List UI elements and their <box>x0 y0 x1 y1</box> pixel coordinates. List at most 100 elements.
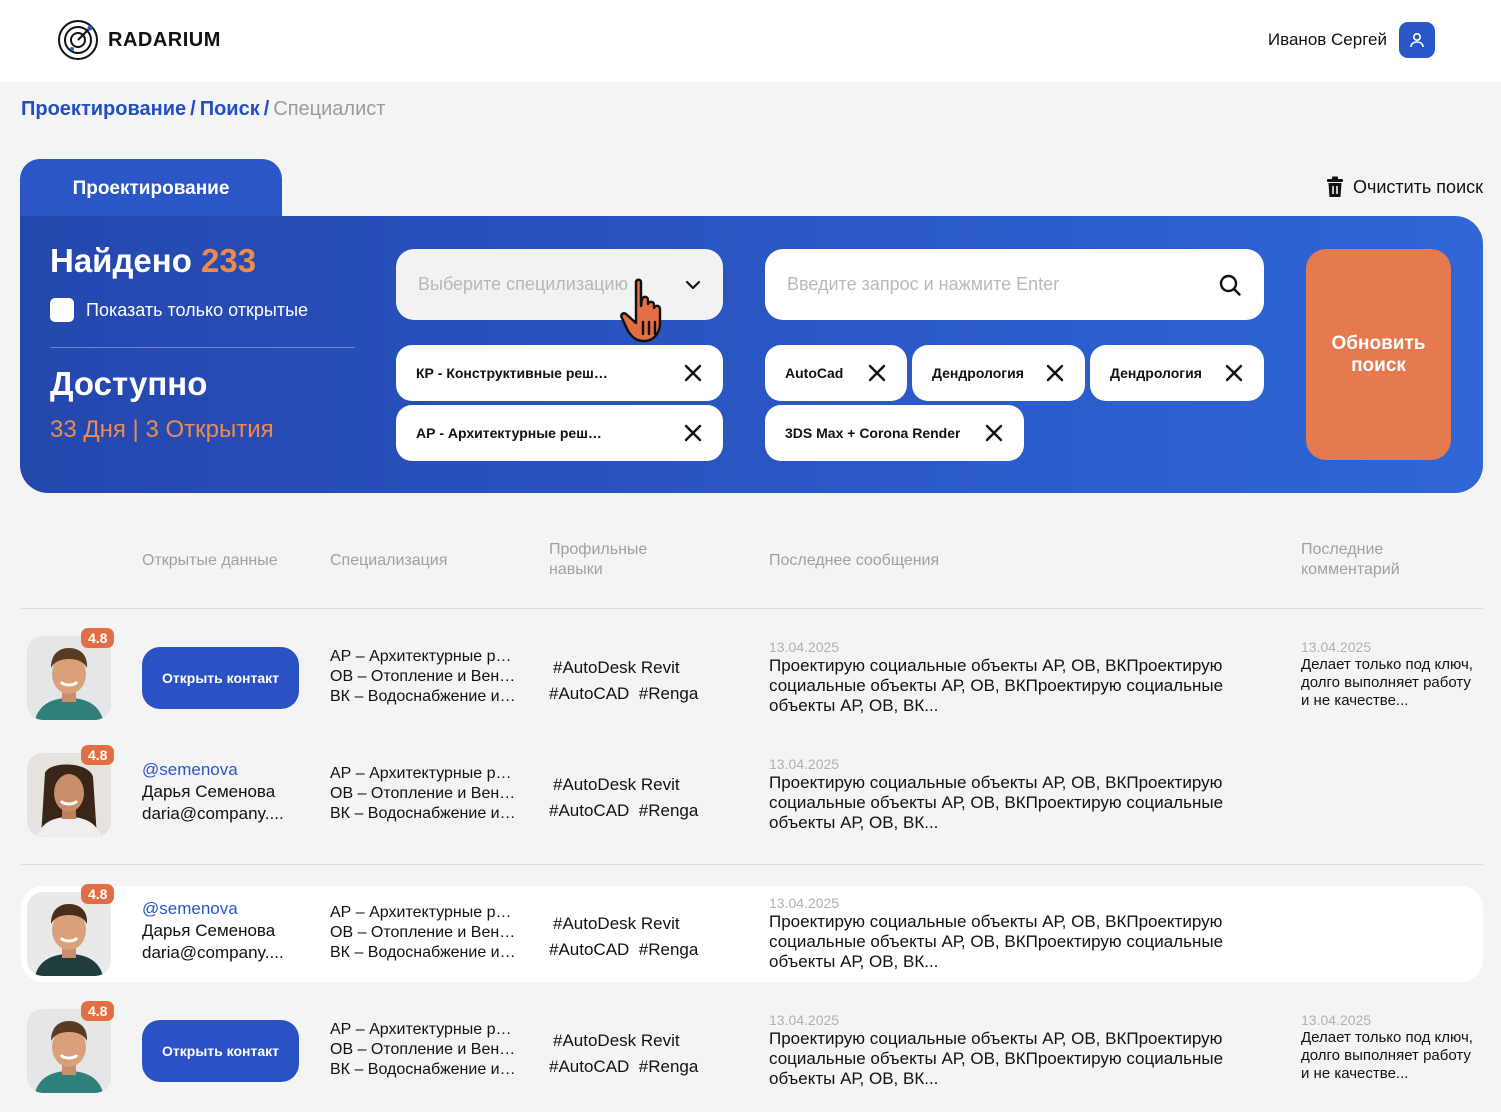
breadcrumb-current: Специалист <box>273 98 386 120</box>
avatar <box>27 1009 111 1093</box>
rating-badge: 4.8 <box>81 884 115 904</box>
message-text: Проектирую социальные объекты АР, ОВ, ВК… <box>769 656 1224 715</box>
close-icon[interactable] <box>683 363 703 383</box>
open-contact-button[interactable]: Открыть контакт <box>142 647 299 709</box>
close-icon[interactable] <box>867 363 887 383</box>
show-open-only-toggle[interactable]: Показать только открытые <box>50 298 308 322</box>
avatar <box>27 753 111 837</box>
open-contact-button[interactable]: Открыть контакт <box>142 1020 299 1082</box>
avatar <box>27 636 111 720</box>
search-icon[interactable] <box>1218 273 1242 297</box>
skill-chip-label: Дендрология <box>932 365 1024 381</box>
rating-badge: 4.8 <box>81 745 115 765</box>
table-row[interactable]: 4.8 Открыть контакт АР – Архитектурные р… <box>21 628 1483 726</box>
contact-email[interactable]: daria@company.... <box>142 942 284 964</box>
skill-line: #AutoDesk Revit <box>553 914 680 933</box>
user-name: Иванов Сергей <box>1267 30 1387 49</box>
specialization-cell: АР – Архитектурные решения ОВ – Отоплени… <box>330 764 518 824</box>
breadcrumb-link-design[interactable]: Проектирование <box>21 98 186 120</box>
spec-chip: КР - Конструктивные решения <box>396 345 723 401</box>
spec-line: ВК – Водоснабжение и канализация <box>330 944 518 961</box>
contact-name: Дарья Семенова <box>142 921 276 940</box>
table-divider <box>21 864 1483 865</box>
skill-chip: Дендрология <box>912 345 1085 401</box>
person-photo <box>27 753 111 837</box>
skills-cell: #AutoDesk Revit #AutoCAD #Renga <box>549 911 698 963</box>
found-label: Найдено <box>50 242 192 279</box>
close-icon[interactable] <box>683 423 703 443</box>
search-input[interactable] <box>787 274 1218 295</box>
spec-line: АР – Архитектурные решения <box>330 648 518 665</box>
table-row[interactable]: 4.8 @semenova Дарья Семенова daria@compa… <box>21 884 1483 982</box>
last-comment-cell: 13.04.2025 Делает только под ключ, долго… <box>1301 1011 1481 1083</box>
top-bar: RADARIUM Иванов Сергей <box>0 0 1501 82</box>
found-count: 233 <box>201 242 257 279</box>
last-message-cell: 13.04.2025 Проектирую социальные объекты… <box>769 638 1269 716</box>
search-panel: Найдено 233 Показать только открытые Дос… <box>20 216 1483 493</box>
last-message-cell: 13.04.2025 Проектирую социальные объекты… <box>769 755 1269 833</box>
breadcrumb-link-search[interactable]: Поиск <box>200 98 260 120</box>
clear-search-button[interactable]: Очистить поиск <box>1325 176 1483 198</box>
header-skills: Профильные навыки <box>549 541 648 578</box>
skill-line: #AutoCAD #Renga <box>549 1057 699 1076</box>
logo[interactable]: RADARIUM <box>56 18 221 62</box>
spec-chip: АР - Архитектурные решения <box>396 405 723 461</box>
last-message-cell: 13.04.2025 Проектирую социальные объекты… <box>769 894 1269 972</box>
radar-logo-icon <box>58 20 98 60</box>
show-open-only-label: Показать только открытые <box>86 299 309 320</box>
skill-line: #AutoDesk Revit <box>553 1031 680 1050</box>
contact-handle[interactable]: @semenova <box>142 898 284 920</box>
skill-line: #AutoDesk Revit <box>553 658 680 677</box>
logo-text: RADARIUM <box>108 28 221 51</box>
trash-icon <box>1326 176 1343 197</box>
refresh-search-button[interactable]: Обновить поиск <box>1306 249 1451 460</box>
skill-chip-label: 3DS Max + Corona Render <box>785 425 961 441</box>
last-message-cell: 13.04.2025 Проектирую социальные объекты… <box>769 1011 1269 1089</box>
user-avatar-button[interactable] <box>1399 22 1435 58</box>
skill-chip: AutoCad <box>765 345 907 401</box>
last-comment-cell: 13.04.2025 Делает только под ключ, долго… <box>1301 638 1481 710</box>
user-icon <box>1410 32 1424 48</box>
breadcrumb-separator: / <box>263 98 270 120</box>
hand-pointer-icon <box>620 278 662 343</box>
spec-line: ВК – Водоснабжение и канализация <box>330 1061 518 1078</box>
contact-info: @semenova Дарья Семенова daria@company..… <box>142 898 284 964</box>
close-icon[interactable] <box>984 423 1004 443</box>
skill-chip-label: AutoCad <box>785 365 844 381</box>
spec-line: АР – Архитектурные решения <box>330 765 518 782</box>
table-row[interactable]: 4.8 @semenova Дарья Семенова daria@compa… <box>21 745 1483 843</box>
table-divider <box>21 608 1483 609</box>
skills-cell: #AutoDesk Revit #AutoCAD #Renga <box>549 772 698 824</box>
close-icon[interactable] <box>1224 363 1244 383</box>
spec-line: ОВ – Отопление и Вентиляция <box>330 924 518 941</box>
user-menu[interactable]: Иванов Сергей <box>1268 22 1435 58</box>
message-text: Проектирую социальные объекты АР, ОВ, ВК… <box>769 1029 1224 1088</box>
spec-chip-label: КР - Конструктивные решения <box>416 365 611 381</box>
panel-divider <box>50 347 355 348</box>
skills-cell: #AutoDesk Revit #AutoCAD #Renga <box>549 1028 698 1080</box>
message-date: 13.04.2025 <box>769 756 840 772</box>
skill-line: #AutoCAD #Renga <box>549 801 699 820</box>
close-icon[interactable] <box>1045 363 1065 383</box>
person-photo <box>27 1009 111 1093</box>
skills-cell: #AutoDesk Revit #AutoCAD #Renga <box>549 655 698 707</box>
header-last-message: Последнее сообщения <box>769 552 940 569</box>
contact-handle[interactable]: @semenova <box>142 759 284 781</box>
contact-email[interactable]: daria@company.... <box>142 803 284 825</box>
available-sub: 33 Дня | 3 Открытия <box>50 416 274 443</box>
available-label: Доступно <box>50 365 208 402</box>
chevron-down-icon <box>685 280 701 289</box>
rating-badge: 4.8 <box>81 1001 115 1021</box>
message-text: Проектирую социальные объекты АР, ОВ, ВК… <box>769 912 1224 971</box>
specialization-cell: АР – Архитектурные решения ОВ – Отоплени… <box>330 903 518 963</box>
show-open-only-checkbox[interactable] <box>50 298 74 322</box>
table-row[interactable]: 4.8 Открыть контакт АР – Архитектурные р… <box>21 1001 1483 1099</box>
message-date: 13.04.2025 <box>769 639 840 655</box>
skill-chip: Дендрология <box>1090 345 1264 401</box>
message-date: 13.04.2025 <box>769 895 840 911</box>
spec-line: ОВ – Отопление и Вентиляция <box>330 785 518 802</box>
contact-name: Дарья Семенова <box>142 782 276 801</box>
found-summary: Найдено 233 <box>50 242 256 280</box>
search-box[interactable] <box>765 249 1264 320</box>
tab-design[interactable]: Проектирование <box>20 159 282 219</box>
